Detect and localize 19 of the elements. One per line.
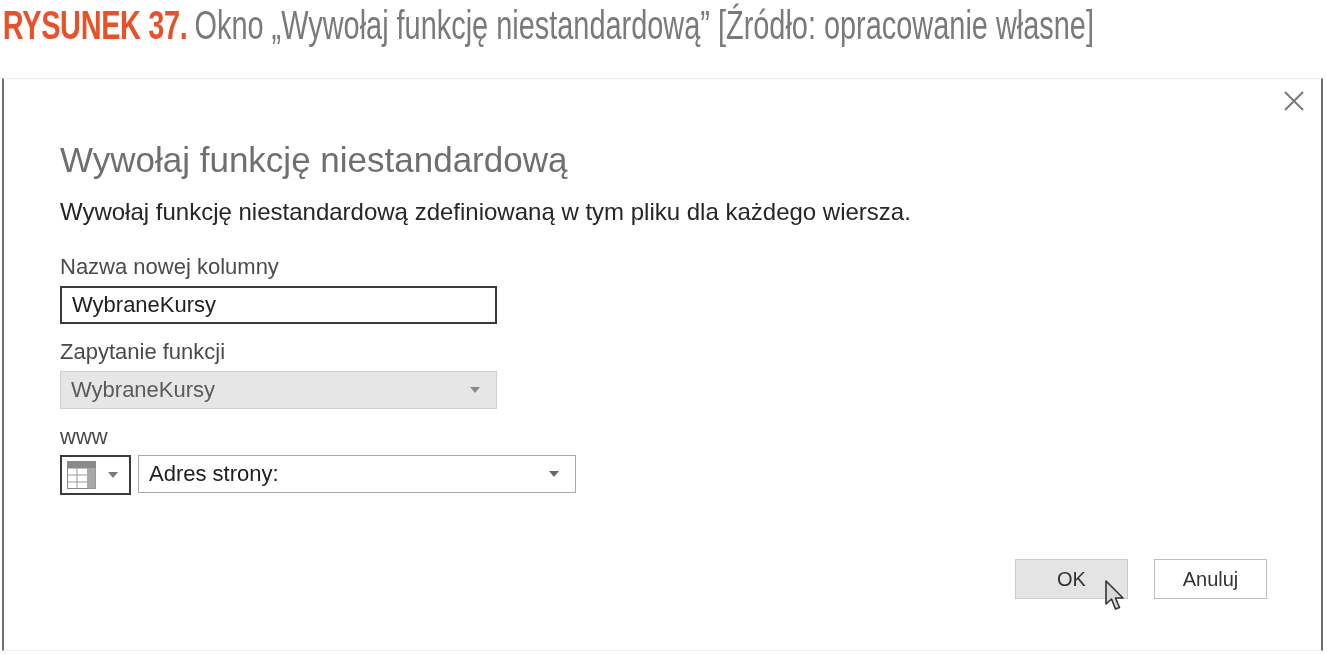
close-button[interactable] [1283, 90, 1305, 112]
close-icon [1284, 91, 1304, 111]
dialog-title: Wywołaj funkcję niestandardową [60, 139, 568, 181]
mouse-pointer-icon [1105, 580, 1127, 611]
text-input-field[interactable]: WybraneKursy [60, 286, 497, 324]
field-label: Nazwa nowej kolumny [60, 255, 279, 279]
dialog-description: Wywołaj funkcję niestandardową zdefiniowaną w tym pliku dla każdego wiersza. [60, 198, 911, 226]
caret-icon [549, 471, 559, 477]
dropdown-field[interactable]: Adres strony: [138, 455, 576, 493]
caret-icon [470, 387, 480, 393]
field-label: Zapytanie funkcji [60, 340, 226, 364]
cancel-button[interactable]: Anuluj [1154, 559, 1267, 599]
ok-button[interactable]: OK [1015, 559, 1128, 599]
field-label: www [60, 425, 108, 449]
type-selector-button[interactable] [60, 455, 131, 495]
figure-number: RYSUNEK 37. [2, 1, 188, 50]
table-icon [67, 461, 96, 489]
caret-icon [108, 472, 118, 478]
figure-caption: Okno „Wywołaj funkcję niestandardową” [Źródło: opracowanie własne] [194, 1, 1094, 50]
